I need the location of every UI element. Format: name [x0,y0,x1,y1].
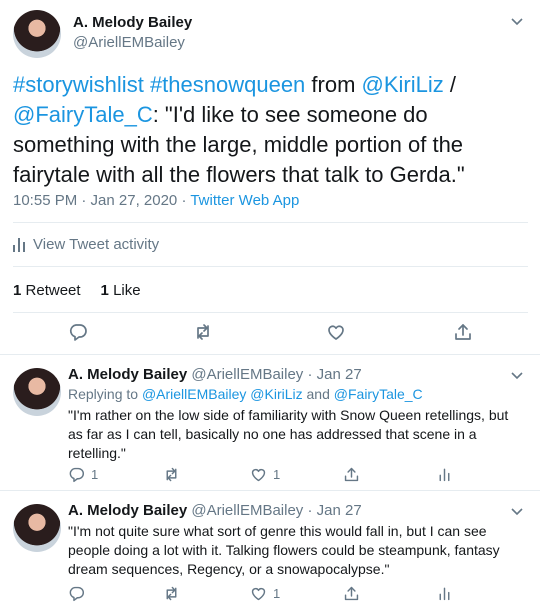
tweet-actions: 1 [68,585,498,605]
retweets-count: 1 [13,282,22,299]
reply-tweet[interactable]: A. Melody Bailey @AriellEMBailey · Jan 2… [0,492,540,611]
author-name[interactable]: A. Melody Bailey [73,14,192,31]
mention-link[interactable]: @AriellEMBailey @KiriLiz [142,386,303,402]
author-handle[interactable]: @AriellEMBailey [191,366,303,383]
tweet-text: "I'm rather on the low side of familiari… [68,407,509,461]
likes-count: 1 [100,282,109,299]
divider [13,312,528,313]
tweet-time[interactable]: 10:55 PM · Jan 27, 2020 · [13,192,190,209]
likes-label: Like [113,282,141,299]
like-icon [328,325,344,340]
tweet-text-fragment: / [443,72,456,97]
analytics-icon [13,237,25,252]
avatar[interactable] [13,368,61,416]
reply-icon [69,586,84,602]
analytics-icon [439,587,450,601]
retweet-button[interactable] [163,466,186,483]
share-icon [344,467,359,482]
chevron-down-icon[interactable] [510,368,524,382]
reply-tweet[interactable]: A. Melody Bailey @AriellEMBailey · Jan 2… [0,356,540,491]
author-name[interactable]: A. Melody Bailey [68,366,187,383]
replying-prefix: Replying to [68,386,142,402]
main-tweet: A. Melody Bailey @AriellEMBailey #storyw… [0,0,540,355]
retweet-icon [197,324,209,340]
avatar[interactable] [13,10,61,58]
like-button[interactable]: 1 [250,466,280,483]
like-icon [251,587,266,601]
tweet-date[interactable]: · Jan 27 [303,502,361,519]
replying-and: and [302,386,334,402]
reply-icon [69,324,87,341]
reply-header: A. Melody Bailey @AriellEMBailey · Jan 2… [68,366,362,383]
likes-stat[interactable]: 1 Like [101,282,141,299]
retweets-label: Retweet [25,282,81,299]
activity-label: View Tweet activity [33,236,160,253]
analytics-button[interactable] [436,466,453,483]
retweet-icon [166,467,177,482]
retweet-button[interactable] [163,585,186,602]
tweet-actions [13,322,528,346]
hashtag-link[interactable]: #thesnowqueen [150,72,305,97]
like-button[interactable] [326,322,346,342]
share-button[interactable] [343,466,360,483]
mention-link[interactable]: @KiriLiz [362,72,444,97]
share-button[interactable] [343,585,360,602]
replying-to: Replying to @AriellEMBailey @KiriLiz and… [68,386,423,402]
author-name[interactable]: A. Melody Bailey [68,502,187,519]
author-handle[interactable]: @AriellEMBailey [191,502,303,519]
reply-header: A. Melody Bailey @AriellEMBailey · Jan 2… [68,502,362,519]
reply-button[interactable] [68,322,88,342]
tweet-text: #storywishlist #thesnowqueen from @KiriL… [13,70,528,190]
tweet-date[interactable]: · Jan 27 [303,366,361,383]
chevron-down-icon[interactable] [510,504,524,518]
share-button[interactable] [453,322,473,342]
retweet-button[interactable] [193,322,213,342]
tweet-actions: 1 1 [68,466,498,486]
tweet-stats: 1 Retweet 1 Like [13,282,141,299]
reply-icon [69,467,84,483]
like-icon [251,468,266,482]
analytics-icon [439,468,450,482]
author-handle[interactable]: @AriellEMBailey [73,34,185,51]
tweet-text: "I'm not quite sure what sort of genre t… [68,523,500,577]
tweet-text-fragment: from [305,72,362,97]
share-icon [455,324,471,340]
like-count: 1 [273,586,281,601]
retweets-stat[interactable]: 1 Retweet [13,282,81,299]
tweet-meta: 10:55 PM · Jan 27, 2020 · Twitter Web Ap… [13,192,299,209]
hashtag-link[interactable]: #storywishlist [13,72,144,97]
reply-button[interactable] [68,585,91,602]
analytics-button[interactable] [436,585,453,602]
divider [13,222,528,223]
like-button[interactable]: 1 [250,585,280,602]
avatar[interactable] [13,504,61,552]
retweet-icon [166,586,177,601]
chevron-down-icon[interactable] [510,14,524,28]
divider [13,266,528,267]
share-icon [344,586,359,601]
tweet-source[interactable]: Twitter Web App [190,192,299,209]
like-count: 1 [273,467,281,482]
view-activity-link[interactable]: View Tweet activity [13,236,159,253]
reply-button[interactable]: 1 [68,466,98,483]
reply-count: 1 [91,467,99,482]
mention-link[interactable]: @FairyTale_C [13,102,153,127]
mention-link[interactable]: @FairyTale_C [334,386,423,402]
